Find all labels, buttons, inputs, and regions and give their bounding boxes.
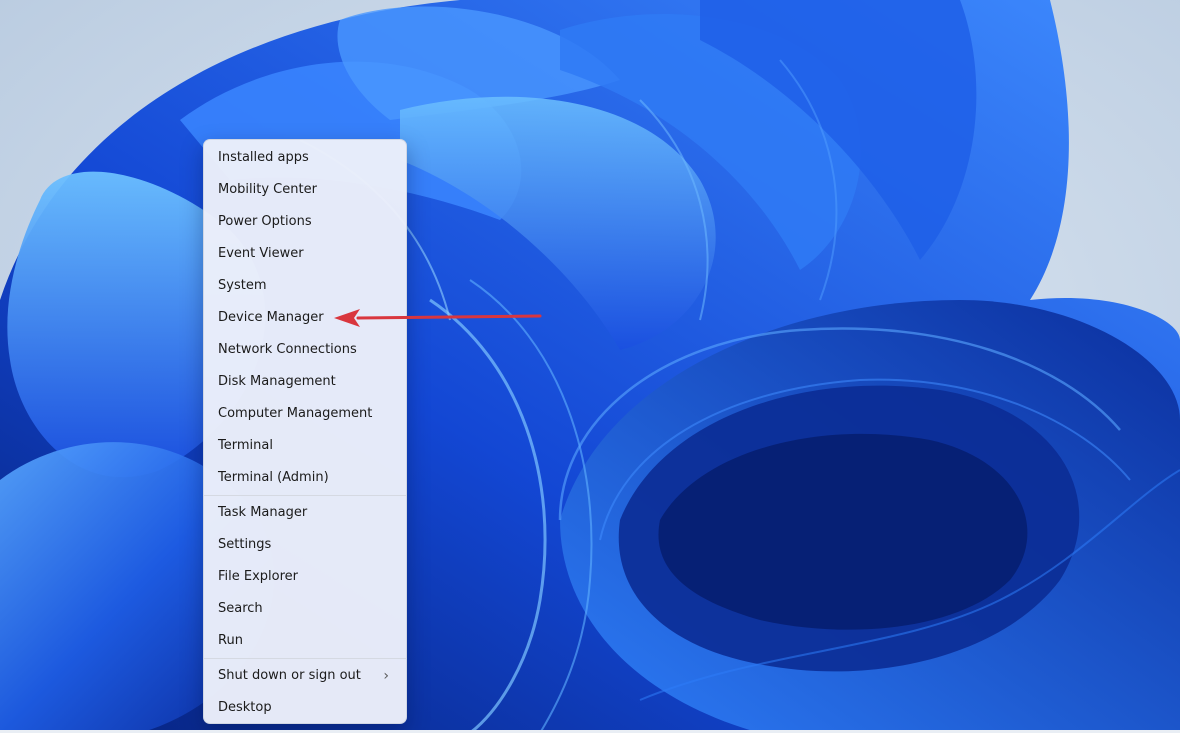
menu-item-disk-management[interactable]: Disk Management [204, 366, 406, 398]
menu-item-run[interactable]: Run [204, 625, 406, 657]
menu-item-event-viewer[interactable]: Event Viewer [204, 238, 406, 270]
menu-item-network-connections[interactable]: Network Connections [204, 334, 406, 366]
menu-item-power-options[interactable]: Power Options [204, 206, 406, 238]
menu-item-terminal-admin[interactable]: Terminal (Admin) [204, 462, 406, 494]
chevron-right-icon: › [383, 668, 389, 684]
menu-item-file-explorer[interactable]: File Explorer [204, 561, 406, 593]
menu-item-system[interactable]: System [204, 270, 406, 302]
winx-context-menu: Installed apps Mobility Center Power Opt… [203, 139, 407, 724]
menu-item-computer-management[interactable]: Computer Management [204, 398, 406, 430]
desktop: Installed apps Mobility Center Power Opt… [0, 0, 1180, 733]
menu-item-mobility-center[interactable]: Mobility Center [204, 174, 406, 206]
menu-item-search[interactable]: Search [204, 593, 406, 625]
menu-item-task-manager[interactable]: Task Manager [204, 497, 406, 529]
menu-item-terminal[interactable]: Terminal [204, 430, 406, 462]
menu-separator [204, 495, 406, 496]
wallpaper-bloom [0, 0, 1180, 733]
menu-item-shut-down-or-sign-out[interactable]: Shut down or sign out › [204, 660, 406, 692]
red-arrow-icon [334, 309, 542, 327]
menu-item-desktop[interactable]: Desktop [204, 692, 406, 724]
menu-item-installed-apps[interactable]: Installed apps [204, 142, 406, 174]
menu-separator [204, 658, 406, 659]
menu-item-settings[interactable]: Settings [204, 529, 406, 561]
menu-item-label: Shut down or sign out [218, 668, 361, 683]
